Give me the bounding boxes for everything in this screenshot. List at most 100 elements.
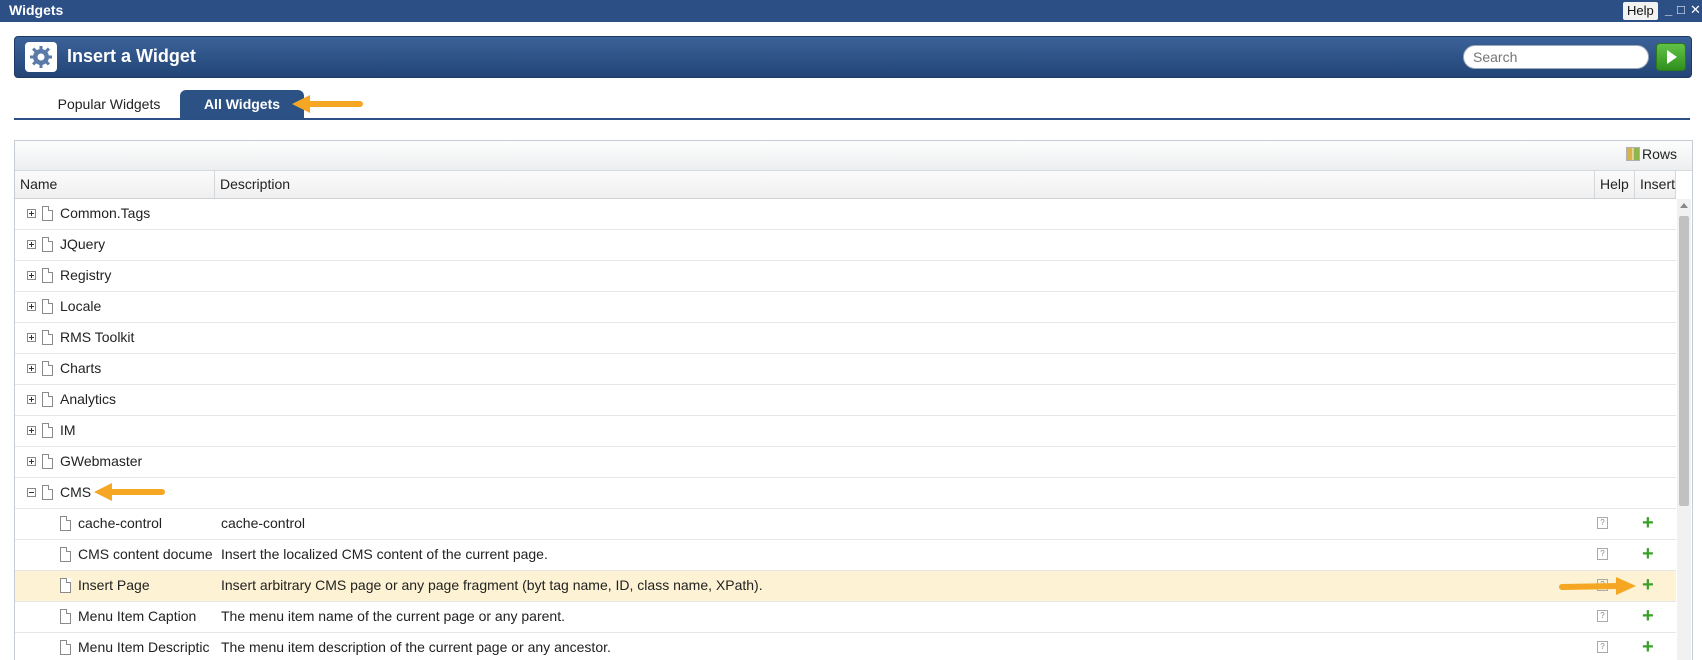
expand-icon[interactable] <box>27 302 36 311</box>
table-row[interactable]: Menu Item Descriptic The menu item descr… <box>15 633 1676 660</box>
help-icon[interactable]: ? <box>1597 517 1608 529</box>
column-header: Name Description Help Insert <box>15 171 1676 199</box>
insert-plus-icon[interactable]: + <box>1642 544 1654 564</box>
grid-toolbar: Rows <box>15 141 1692 171</box>
document-icon <box>42 237 53 252</box>
document-icon <box>42 330 53 345</box>
row-name: CMS content docume <box>78 546 213 562</box>
page-title: Insert a Widget <box>67 46 196 66</box>
window-titlebar: Widgets Help _ □ ✕ <box>0 0 1702 22</box>
collapse-icon[interactable] <box>27 488 36 497</box>
gear-icon <box>25 42 57 72</box>
widget-header: Insert a Widget <box>14 36 1692 78</box>
row-description: The menu item description of the current… <box>221 639 611 655</box>
expand-icon[interactable] <box>27 457 36 466</box>
close-icon[interactable]: ✕ <box>1690 2 1701 18</box>
help-icon[interactable]: ? <box>1597 641 1608 653</box>
rows-button[interactable]: Rows <box>1626 146 1677 164</box>
scroll-up-icon[interactable] <box>1680 203 1688 208</box>
row-description: cache-control <box>221 515 306 531</box>
window-title: Widgets <box>9 2 64 18</box>
search-input[interactable] <box>1463 45 1649 69</box>
document-icon <box>42 206 53 221</box>
expand-icon[interactable] <box>27 395 36 404</box>
annotation-arrow-icon <box>292 95 363 113</box>
column-header-name[interactable]: Name <box>15 171 215 198</box>
row-name: Locale <box>60 298 102 314</box>
rows-label: Rows <box>1642 146 1678 162</box>
document-icon <box>42 392 53 407</box>
document-icon <box>60 578 71 593</box>
tab-popular-widgets[interactable]: Popular Widgets <box>34 90 184 118</box>
table-row[interactable]: RMS Toolkit <box>15 323 1676 354</box>
document-icon <box>42 485 53 500</box>
document-icon <box>42 423 53 438</box>
table-row[interactable]: Analytics <box>15 385 1676 416</box>
document-icon <box>42 299 53 314</box>
table-row[interactable]: Registry <box>15 261 1676 292</box>
row-name: Insert Page <box>78 577 150 593</box>
grid-rows: Common.Tags JQuery Registry Locale RMS T… <box>15 199 1676 660</box>
insert-plus-icon[interactable]: + <box>1642 606 1654 626</box>
expand-icon[interactable] <box>27 426 36 435</box>
table-row[interactable]: cache-control cache-control ? + <box>15 509 1676 540</box>
maximize-icon[interactable]: □ <box>1677 2 1685 18</box>
insert-plus-icon[interactable]: + <box>1642 513 1654 533</box>
expand-icon[interactable] <box>27 240 36 249</box>
widget-grid: Rows Name Description Help Insert Common… <box>14 140 1693 660</box>
vertical-scrollbar[interactable] <box>1677 199 1691 660</box>
play-icon <box>1667 50 1677 64</box>
document-icon <box>60 640 71 655</box>
table-row[interactable]: CMS <box>15 478 1676 509</box>
document-icon <box>42 361 53 376</box>
document-icon <box>42 268 53 283</box>
table-row[interactable]: Locale <box>15 292 1676 323</box>
row-name: Menu Item Descriptic <box>78 639 210 655</box>
document-icon <box>60 547 71 562</box>
column-header-help[interactable]: Help <box>1595 171 1635 198</box>
row-name: Menu Item Caption <box>78 608 197 624</box>
row-description: Insert the localized CMS content of the … <box>221 546 548 562</box>
table-row-selected[interactable]: Insert Page Insert arbitrary CMS page or… <box>15 571 1676 602</box>
expand-icon[interactable] <box>27 333 36 342</box>
table-row[interactable]: Menu Item Caption The menu item name of … <box>15 602 1676 633</box>
row-name: Analytics <box>60 391 117 407</box>
document-icon <box>60 609 71 624</box>
expand-icon[interactable] <box>27 271 36 280</box>
row-name: GWebmaster <box>60 453 143 469</box>
row-description: The menu item name of the current page o… <box>221 608 565 624</box>
document-icon <box>42 454 53 469</box>
help-icon[interactable]: ? <box>1597 610 1608 622</box>
row-description: Insert arbitrary CMS page or any page fr… <box>221 577 763 593</box>
insert-plus-icon[interactable]: + <box>1642 637 1654 657</box>
table-row[interactable]: GWebmaster <box>15 447 1676 478</box>
expand-icon[interactable] <box>27 364 36 373</box>
row-name: JQuery <box>60 236 106 252</box>
expand-icon[interactable] <box>27 209 36 218</box>
help-icon[interactable]: ? <box>1597 548 1608 560</box>
tab-bar: Popular Widgets All Widgets <box>14 90 1690 120</box>
annotation-arrow-icon <box>94 483 165 501</box>
rows-icon <box>1626 147 1640 161</box>
tab-all-widgets[interactable]: All Widgets <box>180 90 304 118</box>
help-button[interactable]: Help <box>1623 2 1658 20</box>
row-name: Common.Tags <box>60 205 151 221</box>
table-row[interactable]: JQuery <box>15 230 1676 261</box>
row-name: Charts <box>60 360 102 376</box>
row-name: cache-control <box>78 515 163 531</box>
annotation-arrow-icon <box>1559 577 1636 595</box>
document-icon <box>60 516 71 531</box>
minimize-icon[interactable]: _ <box>1665 2 1672 18</box>
insert-plus-icon[interactable]: + <box>1642 575 1654 595</box>
table-row[interactable]: IM <box>15 416 1676 447</box>
column-header-insert[interactable]: Insert <box>1635 171 1676 198</box>
search-go-button[interactable] <box>1656 43 1686 71</box>
table-row[interactable]: Charts <box>15 354 1676 385</box>
row-name: RMS Toolkit <box>60 329 135 345</box>
table-row[interactable]: CMS content docume Insert the localized … <box>15 540 1676 571</box>
row-name: Registry <box>60 267 112 283</box>
row-name: IM <box>60 422 76 438</box>
table-row[interactable]: Common.Tags <box>15 199 1676 230</box>
column-header-description[interactable]: Description <box>215 171 1595 198</box>
scrollbar-thumb[interactable] <box>1679 216 1689 506</box>
